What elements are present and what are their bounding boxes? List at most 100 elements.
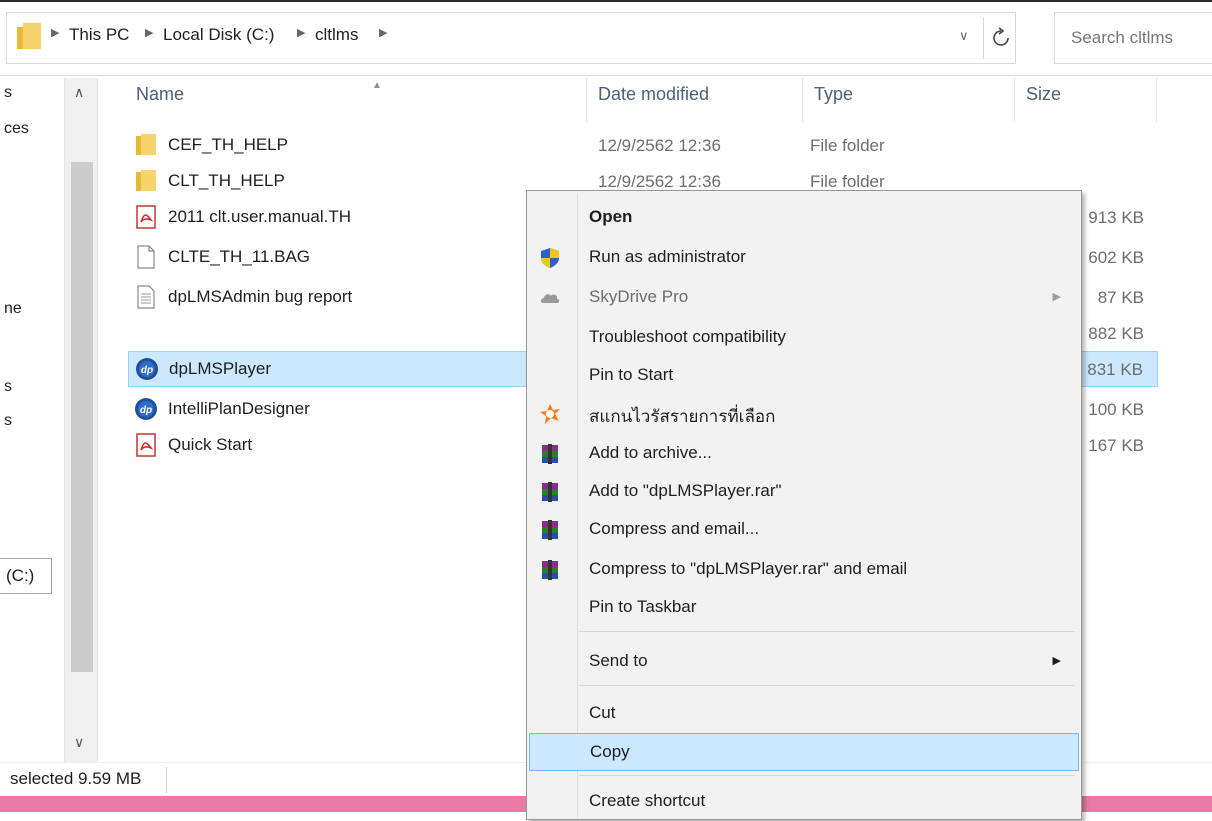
menu-item-compress-to-rar-and-email[interactable]: Compress to "dpLMSPlayer.rar" and email — [529, 551, 1079, 589]
file-name: dpLMSAdmin bug report — [168, 287, 353, 306]
menu-item-label: Add to "dpLMSPlayer.rar" — [589, 481, 782, 500]
menu-item-label: SkyDrive Pro — [589, 287, 689, 306]
menu-item-label: Open — [589, 207, 633, 226]
file-size: 87 KB — [1097, 288, 1144, 307]
menu-item-label: Create shortcut — [589, 791, 706, 810]
chevron-right-icon[interactable]: ▶ — [379, 26, 387, 39]
menu-item-label: Copy — [590, 742, 630, 761]
dp-app-icon: dp — [135, 398, 157, 420]
menu-item-create-shortcut[interactable]: Create shortcut — [529, 783, 1079, 821]
breadcrumb[interactable]: ▶ This PC ▶ Local Disk (C:) ▶ cltlms ▶ ∨ — [6, 12, 1016, 64]
menu-item-add-to-archive[interactable]: Add to archive... — [529, 435, 1079, 473]
chevron-right-icon[interactable]: ▶ — [51, 26, 59, 39]
column-header-type[interactable]: Type — [814, 84, 853, 105]
file-type: File folder — [810, 172, 885, 191]
menu-item-pin-to-start[interactable]: Pin to Start — [529, 357, 1079, 395]
file-name: dpLMSPlayer — [169, 359, 272, 378]
menu-item-pin-to-taskbar[interactable]: Pin to Taskbar — [529, 589, 1079, 627]
search-input[interactable] — [1071, 26, 1207, 50]
pdf-icon — [136, 433, 156, 457]
refresh-icon[interactable] — [991, 27, 1011, 49]
menu-item-open[interactable]: Open — [529, 199, 1079, 237]
file-date: 12/9/2562 12:36 — [598, 172, 721, 191]
file-size: 167 KB — [1088, 436, 1144, 455]
file-date: 12/9/2562 12:36 — [598, 136, 721, 155]
menu-item-cut[interactable]: Cut — [529, 695, 1079, 733]
address-bar: ▶ This PC ▶ Local Disk (C:) ▶ cltlms ▶ ∨ — [0, 0, 1212, 76]
nav-item[interactable]: s — [4, 84, 12, 102]
pdf-icon — [136, 205, 156, 229]
menu-separator — [579, 685, 1075, 686]
nav-item[interactable]: ne — [4, 300, 22, 318]
winrar-icon — [542, 560, 558, 580]
nav-item[interactable]: s — [4, 412, 12, 430]
column-divider[interactable] — [1014, 78, 1015, 122]
column-header-name[interactable]: Name — [136, 84, 184, 105]
file-size: 100 KB — [1088, 400, 1144, 419]
file-name: 2011 clt.user.manual.TH — [168, 207, 351, 226]
menu-item-avast-scan[interactable]: สแกนไวรัสรายการที่เลือก — [529, 395, 1079, 433]
file-size: 602 KB — [1088, 248, 1144, 267]
menu-item-label: Send to — [589, 651, 648, 670]
breadcrumb-local-disk[interactable]: Local Disk (C:) — [163, 25, 274, 45]
breadcrumb-this-pc[interactable]: This PC — [69, 25, 129, 45]
menu-item-add-to-rar[interactable]: Add to "dpLMSPlayer.rar" — [529, 473, 1079, 511]
column-divider[interactable] — [802, 78, 803, 122]
menu-item-run-as-admin[interactable]: Run as administrator — [529, 239, 1079, 277]
menu-item-send-to[interactable]: Send to ▶ — [529, 643, 1079, 681]
menu-item-compress-and-email[interactable]: Compress and email... — [529, 511, 1079, 549]
winrar-icon — [542, 444, 558, 464]
menu-item-label: Add to archive... — [589, 443, 712, 462]
file-name: CLTE_TH_11.BAG — [168, 247, 311, 266]
avast-icon — [540, 404, 560, 424]
winrar-icon — [542, 520, 558, 540]
menu-item-label: Compress to "dpLMSPlayer.rar" and email — [589, 559, 908, 578]
folder-icon — [136, 170, 156, 191]
search-box[interactable] — [1054, 12, 1212, 64]
file-name: CLT_TH_HELP — [168, 171, 285, 190]
uac-shield-icon — [541, 248, 559, 268]
chevron-right-icon[interactable]: ▶ — [297, 26, 305, 39]
column-divider[interactable] — [1156, 78, 1157, 122]
menu-item-label: Troubleshoot compatibility — [589, 327, 786, 346]
menu-item-label: Run as administrator — [589, 247, 746, 266]
menu-separator — [579, 775, 1075, 776]
sort-ascending-icon: ▲ — [372, 80, 382, 91]
file-type: File folder — [810, 136, 885, 155]
context-menu: Open Run as administrator SkyDrive Pro ▶… — [526, 190, 1082, 820]
address-divider — [983, 17, 984, 59]
scrollbar-thumb[interactable] — [71, 162, 93, 672]
breadcrumb-cltlms[interactable]: cltlms — [315, 25, 358, 45]
chevron-down-icon[interactable]: ∨ — [959, 28, 969, 44]
scroll-down-icon[interactable]: ∨ — [74, 734, 84, 751]
menu-separator — [579, 631, 1075, 632]
menu-item-copy[interactable]: Copy — [529, 733, 1079, 771]
folder-nav-icon — [17, 23, 41, 49]
nav-item[interactable]: ces — [4, 120, 29, 138]
nav-item-label: (C:) — [6, 566, 35, 585]
status-text: selected 9.59 MB — [10, 769, 142, 788]
svg-text:dp: dp — [140, 405, 152, 416]
menu-item-label: สแกนไวรัสรายการที่เลือก — [589, 407, 776, 426]
menu-item-label: Pin to Taskbar — [589, 597, 697, 616]
folder-icon — [136, 134, 156, 155]
menu-item-label: Cut — [589, 703, 616, 722]
menu-item-label: Compress and email... — [589, 519, 760, 538]
menu-item-troubleshoot[interactable]: Troubleshoot compatibility — [529, 319, 1079, 357]
column-header-size[interactable]: Size — [1026, 84, 1061, 105]
menu-item-skydrive-pro[interactable]: SkyDrive Pro ▶ — [529, 279, 1079, 317]
file-row[interactable]: CEF_TH_HELP 12/9/2562 12:36 File folder — [128, 128, 1158, 164]
menu-item-label: Pin to Start — [589, 365, 674, 384]
nav-item[interactable]: s — [4, 378, 12, 396]
file-name: CEF_TH_HELP — [168, 135, 288, 154]
svg-text:dp: dp — [141, 365, 153, 376]
text-file-icon — [137, 285, 155, 309]
scroll-up-icon[interactable]: ∧ — [74, 84, 84, 101]
column-divider[interactable] — [586, 78, 587, 122]
blank-file-icon — [137, 245, 155, 269]
dp-app-icon: dp — [136, 358, 158, 380]
nav-scrollbar[interactable]: ∧ ∨ — [64, 78, 98, 762]
nav-item-local-disk[interactable]: (C:) — [0, 558, 52, 594]
chevron-right-icon[interactable]: ▶ — [145, 26, 153, 39]
column-header-date-modified[interactable]: Date modified — [598, 84, 709, 105]
